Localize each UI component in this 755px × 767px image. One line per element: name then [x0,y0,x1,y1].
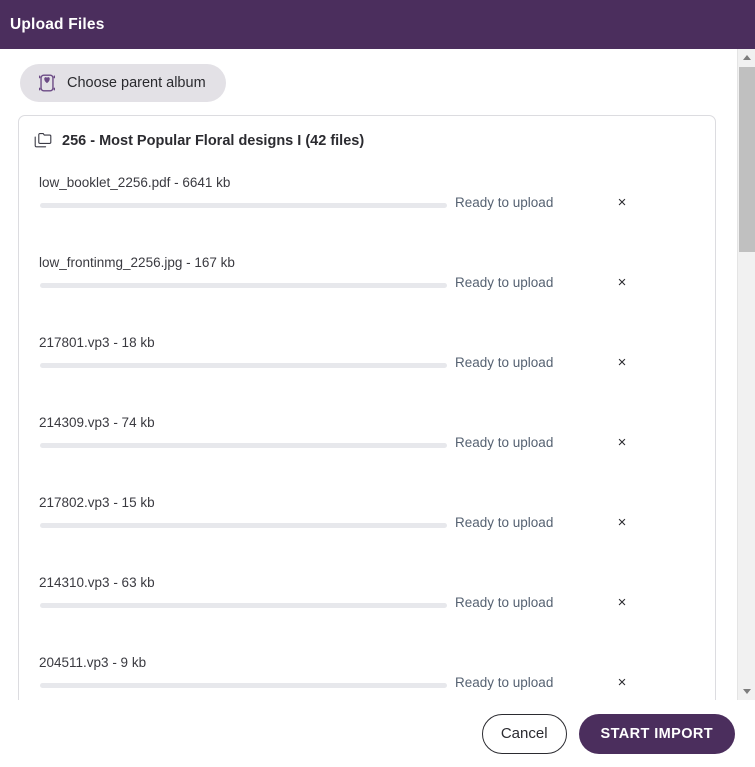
folders-copy-icon [33,132,53,150]
scrollbar-thumb[interactable] [739,67,755,252]
file-row: 214309.vp3 - 74 kb Ready to upload × [19,403,715,483]
file-row: 204511.vp3 - 9 kb Ready to upload × [19,643,715,700]
remove-file-button[interactable]: × [611,351,633,373]
cancel-button[interactable]: Cancel [481,713,567,754]
dialog-footer: Cancel START IMPORT [0,700,755,767]
file-name: low_frontinmg_2256.jpg - 167 kb [39,255,235,270]
file-row: 217801.vp3 - 18 kb Ready to upload × [19,323,715,403]
file-name: 204511.vp3 - 9 kb [39,655,147,670]
file-status: Ready to upload [455,275,554,290]
remove-file-button[interactable]: × [611,671,633,693]
file-list: low_booklet_2256.pdf - 6641 kb Ready to … [19,154,715,700]
upload-progress-bar [40,203,447,208]
album-collection-icon [36,72,58,94]
album-title: 256 - Most Popular Floral designs I (42 … [62,133,365,149]
file-row: 214310.vp3 - 63 kb Ready to upload × [19,563,715,643]
file-name: low_booklet_2256.pdf - 6641 kb [39,175,231,190]
upload-progress-bar [40,523,447,528]
file-status: Ready to upload [455,515,554,530]
remove-file-button[interactable]: × [611,591,633,613]
remove-file-button[interactable]: × [611,431,633,453]
file-name: 214309.vp3 - 74 kb [39,415,155,430]
remove-file-button[interactable]: × [611,271,633,293]
chevron-down-icon [742,689,751,694]
chevron-up-icon [742,55,751,60]
choose-parent-album-button[interactable]: Choose parent album [20,64,226,102]
scroll-down-button[interactable] [738,683,755,700]
file-row: low_frontinmg_2256.jpg - 167 kb Ready to… [19,243,715,323]
file-status: Ready to upload [455,435,554,450]
file-name: 217802.vp3 - 15 kb [39,495,155,510]
file-status: Ready to upload [455,675,554,690]
file-row: 217802.vp3 - 15 kb Ready to upload × [19,483,715,563]
choose-parent-album-label: Choose parent album [67,75,206,91]
upload-progress-bar [40,683,447,688]
dialog-titlebar: Upload Files [0,0,755,49]
file-name: 217801.vp3 - 18 kb [39,335,155,350]
upload-progress-bar [40,283,447,288]
files-card: 256 - Most Popular Floral designs I (42 … [18,115,716,700]
file-status: Ready to upload [455,595,554,610]
file-row: low_booklet_2256.pdf - 6641 kb Ready to … [19,163,715,243]
file-status: Ready to upload [455,195,554,210]
upload-progress-bar [40,363,447,368]
file-status: Ready to upload [455,355,554,370]
start-import-button[interactable]: START IMPORT [578,713,735,754]
upload-files-dialog: Upload Files Choose parent album 256 - M… [0,0,755,767]
remove-file-button[interactable]: × [611,511,633,533]
scroll-up-button[interactable] [738,49,755,66]
upload-progress-bar [40,443,447,448]
dialog-title: Upload Files [10,15,105,33]
vertical-scrollbar[interactable] [737,49,755,700]
upload-progress-bar [40,603,447,608]
remove-file-button[interactable]: × [611,191,633,213]
album-header: 256 - Most Popular Floral designs I (42 … [19,116,715,154]
dialog-body: Choose parent album 256 - Most Popular F… [0,49,737,700]
file-name: 214310.vp3 - 63 kb [39,575,155,590]
